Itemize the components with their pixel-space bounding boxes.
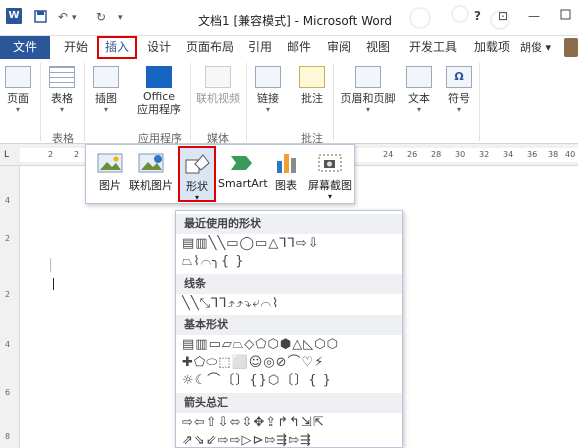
tab-add-ins[interactable]: 加载项 [470, 36, 514, 59]
ruler-number: 40 [565, 150, 576, 159]
online-pictures-button[interactable]: 联机图片 [126, 151, 176, 193]
comment-icon [299, 66, 325, 88]
vruler-number: 8 [5, 432, 11, 441]
chart-icon [272, 151, 300, 175]
shapes-gallery: 最近使用的形状 ▤▥╲╲▭◯▭△⅂⅂⇨⇩ ⏢⌇⌒╮{ } 线条 ╲╲⤡⅂⅂⤴⤴⤵… [175, 210, 403, 448]
ribbon-insert [0, 59, 578, 144]
minimize-button[interactable]: — [528, 9, 540, 23]
ribbon-separator [246, 63, 247, 141]
text-button[interactable]: 文本 ▾ [403, 66, 435, 114]
screenshot-button[interactable]: 屏幕截图 ▾ [306, 151, 354, 201]
section-lines: 线条 [176, 274, 402, 294]
ribbon-separator [333, 63, 334, 141]
chart-button[interactable]: 图表 [270, 151, 302, 193]
section-basic-shapes: 基本形状 [176, 315, 402, 335]
ruler-number: 26 [407, 150, 418, 159]
ruler-number: 28 [431, 150, 442, 159]
vruler-number: 4 [5, 196, 11, 205]
ruler-number: 2 [48, 150, 54, 159]
shapes-icon [183, 152, 211, 176]
ruler-number: 38 [548, 150, 559, 159]
block-arrows-row[interactable]: ⇗⇘⇙⇨⇨▷⊳⇰⇶⇰⇶ [182, 432, 398, 447]
table-icon [49, 66, 75, 88]
block-arrows-row[interactable]: ⇨⇦⇧⇩⬄⇳✥⇪↱↰⇲⇱ [182, 414, 398, 432]
margin-corner-mark [50, 258, 51, 272]
shapes-button[interactable]: 形状 ▾ [178, 146, 216, 202]
comment-button[interactable]: 批注 [294, 66, 330, 106]
online-video-icon [205, 66, 231, 88]
recent-shapes-row[interactable]: ⏢⌇⌒╮{ } [182, 253, 398, 271]
vertical-ruler[interactable] [0, 166, 20, 448]
ruler-number: 30 [455, 150, 466, 159]
section-recent-shapes: 最近使用的形状 [176, 214, 402, 234]
basic-shapes-row[interactable]: ▤▥▭▱⏢◇⬠⬡⬢△◺⬡⬡ [182, 336, 398, 354]
recent-shapes-row[interactable]: ▤▥╲╲▭◯▭△⅂⅂⇨⇩ [182, 235, 398, 253]
office-store-icon [146, 66, 172, 88]
office-apps-button[interactable]: Office 应用程序 [130, 66, 188, 116]
ruler-number: 24 [383, 150, 394, 159]
basic-shapes-row[interactable]: ☼☾⌒〔〕{}⬡〔〕{ } [182, 372, 398, 390]
table-button[interactable]: 表格 ▾ [46, 66, 78, 114]
page-icon [5, 66, 31, 88]
online-pictures-icon [137, 151, 165, 175]
undo-icon[interactable]: ↶ [58, 10, 68, 24]
tab-design[interactable]: 设计 [142, 36, 176, 59]
smartart-icon [228, 151, 256, 175]
illustrations-dropdown: 图片 联机图片 形状 ▾ SmartArt 图表 屏幕截图 ▾ [85, 144, 355, 204]
vruler-number: 2 [5, 234, 11, 243]
links-button[interactable]: 链接 ▾ [252, 66, 284, 114]
section-block-arrows: 箭头总汇 [176, 393, 402, 413]
tab-references[interactable]: 引用 [244, 36, 276, 59]
illustrations-icon [93, 66, 119, 88]
ribbon-separator [84, 63, 85, 141]
basic-shapes-row[interactable]: ✚⬠⬭⬚⬜☺◎⊘⌒♡⚡ [182, 354, 398, 372]
ribbon-separator [40, 63, 41, 141]
vruler-number: 4 [5, 340, 11, 349]
user-account[interactable]: 胡俊 ▾ [520, 36, 551, 59]
picture-icon [96, 151, 124, 175]
ruler-number: 36 [527, 150, 538, 159]
lines-row[interactable]: ╲╲⤡⅂⅂⤴⤴⤵⤶⌒⌇ [182, 295, 398, 313]
tab-home[interactable]: 开始 [58, 36, 94, 59]
help-button[interactable]: ? [474, 9, 481, 23]
tab-page-layout[interactable]: 页面布局 [182, 36, 238, 59]
ribbon-display-options-button[interactable]: ⊡ [498, 9, 508, 23]
ruler-number: 34 [503, 150, 514, 159]
word-app-icon[interactable]: W [6, 8, 22, 24]
ruler-number: 2 [74, 150, 80, 159]
vruler-number: 2 [5, 290, 11, 299]
illustrations-button[interactable]: 插图 ▾ [90, 66, 122, 114]
avatar[interactable] [564, 38, 578, 57]
save-icon[interactable] [34, 10, 47, 26]
tab-developer[interactable]: 开发工具 [405, 36, 461, 59]
undo-dropdown-icon[interactable]: ▾ [72, 13, 77, 23]
tab-selector[interactable]: L [4, 150, 9, 160]
tab-review[interactable]: 审阅 [323, 36, 355, 59]
symbols-button[interactable]: Ω 符号 ▾ [443, 66, 475, 114]
window-title: 文档1 [兼容模式] - Microsoft Word [198, 14, 393, 28]
ribbon-separator [190, 63, 191, 141]
picture-button[interactable]: 图片 [92, 151, 128, 193]
text-cursor [53, 278, 54, 290]
tab-file[interactable]: 文件 [0, 36, 50, 59]
redo-icon[interactable]: ↻ [96, 10, 106, 24]
ruler-number: 32 [479, 150, 490, 159]
online-video-button[interactable]: 联机视频 [193, 66, 243, 106]
smartart-button[interactable]: SmartArt [218, 151, 268, 190]
ribbon-separator [479, 63, 480, 141]
customize-quick-access-icon[interactable]: ▾ [118, 13, 123, 23]
omega-icon: Ω [446, 66, 472, 88]
header-footer-icon [355, 66, 381, 88]
screenshot-icon [316, 151, 344, 175]
link-icon [255, 66, 281, 88]
tab-insert[interactable]: 插入 [97, 36, 137, 59]
header-footer-button[interactable]: 页眉和页脚 ▾ [337, 66, 399, 114]
vruler-number: 6 [5, 388, 11, 397]
tab-view[interactable]: 视图 [362, 36, 394, 59]
tab-mailings[interactable]: 邮件 [283, 36, 315, 59]
pages-button[interactable]: 页面 ▾ [4, 66, 32, 114]
maximize-button[interactable] [560, 9, 571, 23]
text-box-icon [406, 66, 432, 88]
